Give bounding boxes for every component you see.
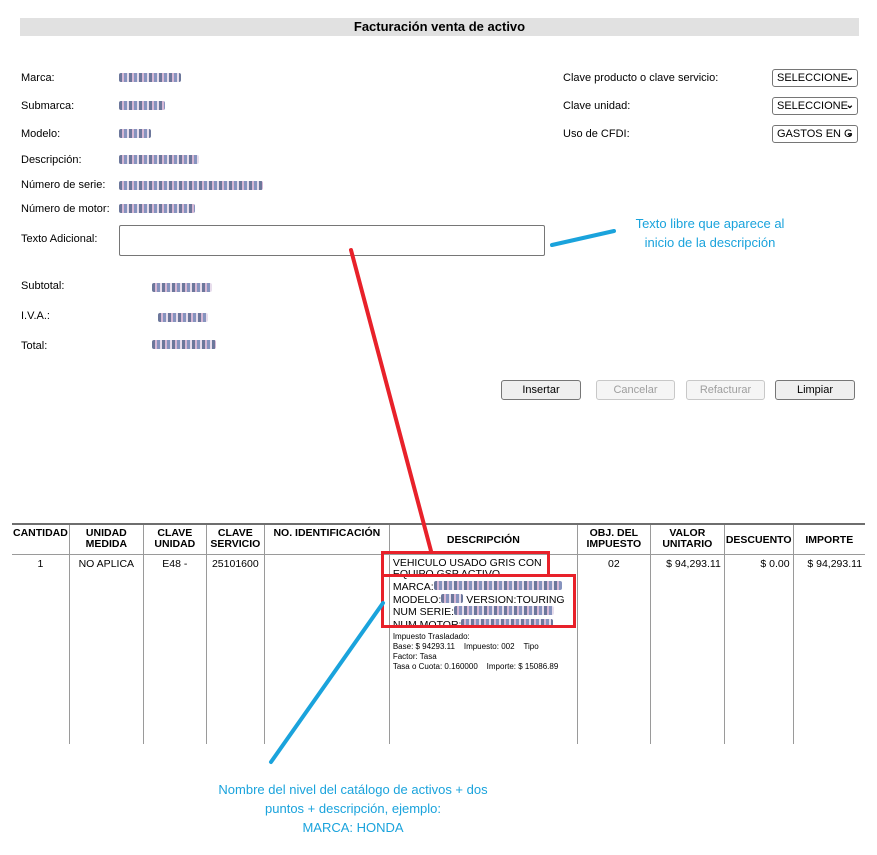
header-valor-unitario: VALOR UNITARIO [649, 523, 725, 555]
refacturar-button[interactable]: Refacturar [686, 380, 765, 400]
header-clave-unidad: CLAVE UNIDAD [142, 523, 207, 555]
tax-importe: Importe: $ 15086.89 [486, 662, 559, 671]
tax-details: Impuesto Trasladado: Base: $ 94293.11 Im… [393, 632, 575, 672]
red-arrow-texto-libre [349, 248, 433, 553]
clave-producto-select-value: SELECCIONE [777, 72, 848, 84]
descripcion-value-redacted [119, 155, 199, 164]
cancelar-button[interactable]: Cancelar [596, 380, 675, 400]
numero-motor-label: Número de motor: [21, 203, 110, 215]
texto-adicional-label: Texto Adicional: [21, 233, 98, 245]
tax-line: Base: $ 94293.11 Impuesto: 002 Tipo [393, 642, 575, 652]
tax-tipo: Tipo [523, 642, 539, 651]
header-cantidad: CANTIDAD [12, 523, 70, 555]
annotation-line: puntos + descripción, ejemplo: [265, 801, 441, 816]
header-line: IMPUESTO [586, 538, 642, 550]
tax-title: Impuesto Trasladado: [392, 632, 470, 641]
chevron-down-icon: ⌄ [845, 100, 854, 111]
header-clave-servicio: CLAVE SERVICIO [205, 523, 265, 555]
marca-label: Marca: [21, 72, 55, 84]
total-value-redacted [152, 340, 216, 349]
numero-motor-value-redacted [119, 204, 195, 213]
clave-producto-select[interactable]: SELECCIONE ⌄ [772, 69, 858, 87]
numero-serie-label: Número de serie: [21, 179, 106, 191]
header-no-identificacion: NO. IDENTIFICACIÓN [263, 523, 390, 555]
tax-base: Base: $ 94293.11 [392, 642, 455, 651]
iva-value-redacted [158, 313, 208, 322]
clave-unidad-label: Clave unidad: [563, 100, 631, 112]
header-descripcion: DESCRIPCIÓN [388, 523, 578, 555]
nombre-nivel-annotation: Nombre del nivel del catálogo de activos… [186, 780, 520, 837]
modelo-label: Modelo: [21, 128, 61, 140]
tax-factor: Factor: Tasa [392, 652, 437, 661]
header-unidad-medida: UNIDAD MEDIDA [68, 523, 144, 555]
header-line: SERVICIO [210, 538, 261, 550]
cell-clave-servicio: 25101600 [205, 554, 265, 744]
subtotal-label: Subtotal: [21, 280, 65, 292]
cell-cantidad: 1 [37, 557, 44, 570]
header-line: MEDIDA [85, 538, 128, 550]
texto-adicional-textarea[interactable] [119, 225, 545, 256]
table-header-row: CANTIDAD UNIDAD MEDIDA CLAVE UNIDAD CLAVE S… [12, 523, 866, 555]
clave-producto-label: Clave producto o clave servicio: [563, 72, 719, 84]
header-importe: IMPORTE [792, 523, 866, 555]
cell-importe: $ 94,293.11 [792, 554, 866, 744]
uso-cfdi-select[interactable]: GASTOS EN G ⌄ [772, 125, 858, 143]
header-line: UNIDAD [154, 538, 196, 550]
modelo-value-redacted [119, 129, 151, 138]
header-obj-impuesto: OBJ. DEL IMPUESTO [576, 523, 651, 555]
tax-tasa: Tasa o Cuota: 0.160000 [392, 662, 478, 671]
submarca-value-redacted [119, 101, 165, 110]
limpiar-button[interactable]: Limpiar [775, 380, 855, 400]
header-line: UNITARIO [662, 538, 713, 550]
texto-libre-annotation: Texto libre que aparece al inicio de la … [600, 214, 820, 252]
annotation-line: Nombre del nivel del catálogo de activos… [218, 782, 488, 797]
cell-obj-impuesto: 02 [576, 554, 651, 744]
clave-unidad-select[interactable]: SELECCIONE ⌄ [772, 97, 858, 115]
cell-unidad-medida: NO APLICA [68, 554, 144, 744]
cell-no-identificacion [263, 554, 390, 744]
submarca-label: Submarca: [21, 100, 75, 112]
iva-label: I.V.A.: [21, 310, 50, 322]
annotation-line: inicio de la descripción [644, 235, 776, 250]
chevron-down-icon: ⌄ [845, 128, 854, 139]
chevron-down-icon: ⌄ [845, 72, 854, 83]
page-title: Facturación venta de activo [20, 18, 859, 36]
header-descuento: DESCUENTO [723, 523, 794, 555]
total-label: Total: [21, 340, 48, 352]
cell-descuento: $ 0.00 [723, 554, 794, 744]
cell-valor-unitario: $ 94,293.11 [649, 554, 725, 744]
insertar-button[interactable]: Insertar [501, 380, 581, 400]
marca-value-redacted [119, 73, 181, 82]
uso-cfdi-select-value: GASTOS EN G [777, 128, 853, 140]
annotation-line: Texto libre que aparece al [635, 216, 785, 231]
cell-clave-unidad: E48 - [142, 554, 207, 744]
highlight-box-catalogo [381, 574, 576, 628]
uso-cfdi-label: Uso de CFDI: [563, 128, 630, 140]
numero-serie-value-redacted [119, 181, 263, 190]
tax-line: Tasa o Cuota: 0.160000 Importe: $ 15086.… [393, 662, 575, 672]
subtotal-value-redacted [152, 283, 212, 292]
clave-unidad-select-value: SELECCIONE [777, 100, 848, 112]
annotation-line: MARCA: HONDA [302, 820, 404, 835]
tax-impuesto: Impuesto: 002 [463, 642, 515, 651]
descripcion-label: Descripción: [21, 154, 82, 166]
